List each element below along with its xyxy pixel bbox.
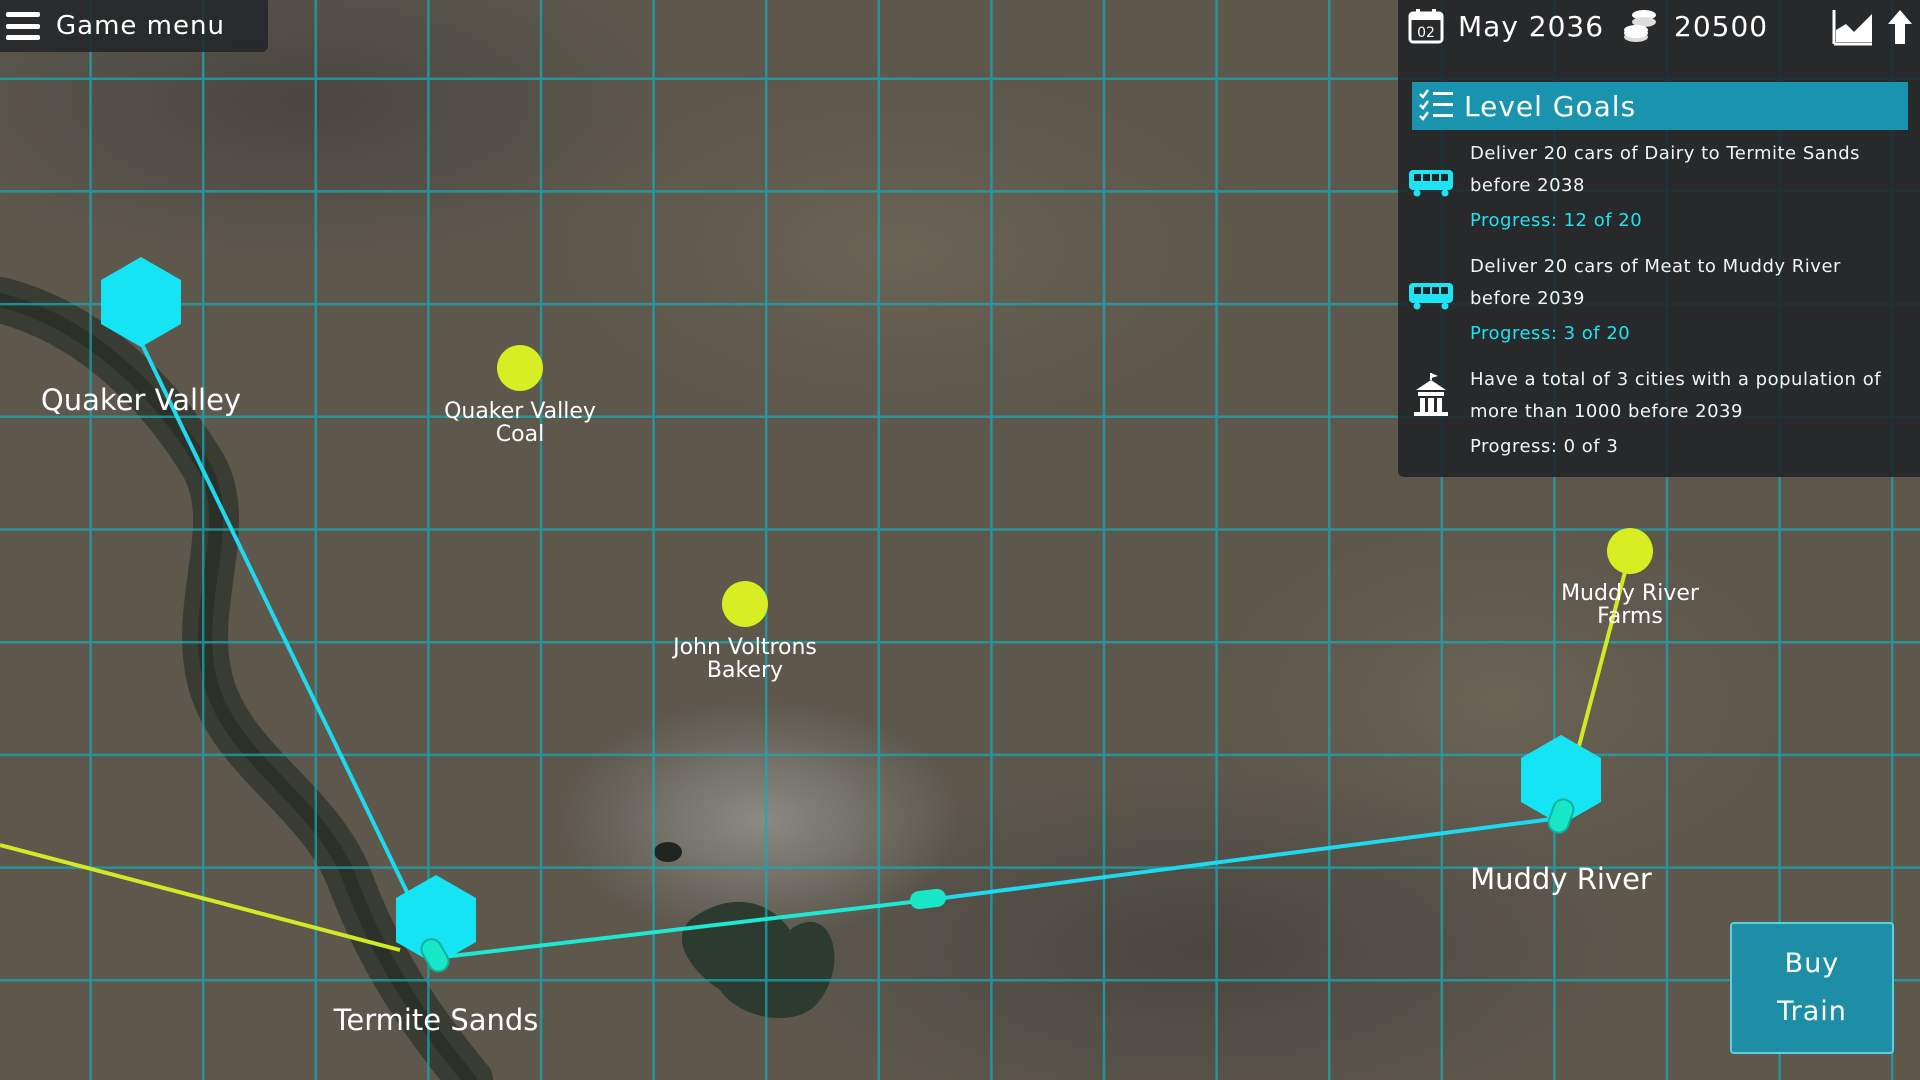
- hamburger-menu-icon: [6, 9, 40, 43]
- goal-progress: Progress: 3 of 20: [1470, 323, 1631, 344]
- current-date: May 2036: [1458, 10, 1605, 43]
- goal-description: Have a total of 3 cities with a populati…: [1470, 369, 1882, 422]
- train-icon: [1409, 283, 1453, 310]
- goal-item: Deliver 20 cars of Dairy to Termite Sand…: [1398, 138, 1920, 238]
- buy-train-label: Buy Train: [1777, 948, 1847, 1027]
- city-label: Quaker Valley: [41, 383, 241, 417]
- industry-label: Muddy River: [1561, 581, 1700, 606]
- goal-item: Deliver 20 cars of Meat to Muddy River b…: [1398, 251, 1920, 351]
- coins-icon: [1624, 10, 1656, 42]
- city-label: Muddy River: [1470, 862, 1652, 896]
- stats-chart-icon[interactable]: [1832, 8, 1874, 46]
- goal-progress: Progress: 0 of 3: [1470, 436, 1619, 457]
- calendar-icon: 02: [1408, 9, 1444, 44]
- industry-marker[interactable]: [497, 345, 543, 391]
- money-balance: 20500: [1674, 10, 1769, 43]
- checklist-icon: [1419, 89, 1453, 121]
- industry-label: Coal: [496, 422, 544, 447]
- calendar-day: 02: [1417, 25, 1435, 41]
- train-icon: [1409, 170, 1453, 197]
- level-goals-title: Level Goals: [1464, 89, 1637, 123]
- goal-description: Deliver 20 cars of Meat to Muddy River b…: [1470, 256, 1841, 309]
- industry-marker[interactable]: [722, 581, 768, 627]
- pond: [654, 842, 682, 862]
- buy-train-button[interactable]: Buy Train: [1730, 922, 1894, 1054]
- industry-label: Quaker Valley: [444, 399, 596, 424]
- city-label: Termite Sands: [333, 1003, 539, 1037]
- industry-label: Farms: [1597, 604, 1663, 629]
- industry-label: John Voltrons: [671, 635, 817, 660]
- hud-panel: 02 May 2036 20500 Level Goals Deliver 20…: [1398, 0, 1920, 477]
- goal-item: Have a total of 3 cities with a populati…: [1398, 364, 1920, 464]
- game-menu-label: Game menu: [56, 11, 225, 41]
- industry-label: Bakery: [707, 658, 783, 683]
- level-goals-header: Level Goals: [1412, 82, 1908, 130]
- city-hall-icon: [1414, 373, 1448, 416]
- game-menu-button[interactable]: Game menu: [0, 0, 268, 52]
- goal-description: Deliver 20 cars of Dairy to Termite Sand…: [1470, 143, 1861, 196]
- upgrade-arrow-icon[interactable]: [1886, 8, 1914, 46]
- industry-marker[interactable]: [1607, 528, 1653, 574]
- goal-progress: Progress: 12 of 20: [1470, 210, 1643, 231]
